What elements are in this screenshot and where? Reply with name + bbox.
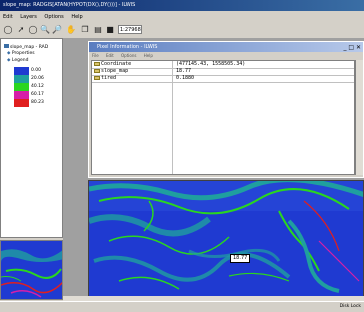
status-text: Disk Lock (339, 304, 361, 309)
window-title-bar: slope_map: RADGIS[ATAN(HYPOT(DX(),DY()))… (0, 0, 364, 11)
pan-icon[interactable]: ◯ (28, 25, 38, 35)
legend-icon: ◆ (7, 58, 11, 63)
legend-swatch-1 (14, 75, 29, 83)
overview-map[interactable] (0, 240, 63, 300)
slope-map-raster (89, 181, 363, 297)
legend-value-1: 20.06 (31, 76, 44, 81)
properties-node[interactable]: ◆ Properties (7, 51, 35, 56)
pixel-info-menu: File Edit Options Help (89, 52, 363, 60)
toolbar: ◯ ➚ ◯ 🔍 🔎 ✋ ❐ ▤ ■ 1:27968 (0, 23, 364, 39)
save-icon[interactable]: ■ (105, 25, 115, 35)
menu-layers[interactable]: Layers (17, 11, 40, 20)
status-bar: Disk Lock (0, 301, 364, 312)
folder-icon (94, 76, 100, 80)
legend-swatch-2 (14, 83, 29, 91)
zoom-in-icon[interactable]: 🔍 (40, 25, 50, 35)
legend-swatch-0 (14, 67, 29, 75)
row-value: 18.77 (176, 68, 192, 74)
table-row[interactable]: tired 0.1880 (92, 75, 354, 83)
menu-bar: Edit Layers Options Help (0, 11, 364, 23)
legend-node[interactable]: ◆ Legend (7, 58, 28, 63)
row-value: (477145.43, 1558505.34) (176, 61, 246, 67)
menu-options[interactable]: Options (41, 11, 66, 20)
maximize-icon[interactable]: □ (348, 44, 354, 51)
layer-name: slope_map - RAD (10, 45, 49, 50)
legend-value-0: 0.00 (31, 68, 42, 73)
scale-input[interactable]: 1:27968 (118, 25, 142, 34)
pixel-info-table: Coordinate (477145.43, 1558505.34) slope… (91, 60, 355, 175)
copy-icon[interactable]: ❐ (80, 25, 90, 35)
legend-value-4: 80.23 (31, 100, 44, 105)
layer-item-slope-map[interactable]: slope_map - RAD (4, 44, 48, 50)
properties-label: Properties (11, 51, 35, 56)
window-title: slope_map: RADGIS[ATAN(HYPOT(DX(),DY()))… (3, 2, 136, 8)
properties-icon: ◆ (7, 51, 11, 56)
vertical-scrollbar[interactable] (355, 60, 363, 175)
row-key: tired (101, 75, 117, 81)
menu-edit[interactable]: Edit (0, 11, 16, 20)
minimize-icon[interactable]: _ (343, 44, 346, 51)
legend-swatch-3 (14, 91, 29, 99)
legend-swatch-4 (14, 99, 29, 107)
row-value: 0.1880 (176, 75, 195, 81)
layer-tree-panel: slope_map - RAD ◆ Properties ◆ Legend 0.… (0, 38, 63, 238)
zoom-icon[interactable]: ◯ (3, 25, 13, 35)
close-icon[interactable]: ✕ (356, 44, 361, 51)
legend-value-2: 40.12 (31, 84, 44, 89)
pixel-value-tooltip: 18.77 (230, 254, 251, 263)
folder-icon (94, 69, 100, 73)
row-key: Coordinate (101, 61, 132, 67)
map-icon (4, 44, 9, 48)
pixel-menu-options[interactable]: Options (118, 52, 139, 59)
pixel-information-window: Pixel Information - ILWIS _ □ ✕ File Edi… (88, 41, 364, 178)
layers-icon[interactable]: ▤ (93, 25, 103, 35)
folder-icon (94, 62, 100, 66)
row-key: slope_map (101, 68, 129, 74)
overview-map-image (1, 241, 62, 299)
pixel-menu-help[interactable]: Help (141, 52, 156, 59)
hand-icon[interactable]: ✋ (66, 25, 76, 35)
pixel-info-title: Pixel Information - ILWIS (97, 44, 158, 50)
pixel-menu-file[interactable]: File (89, 52, 102, 59)
select-icon[interactable]: ➚ (16, 25, 26, 35)
legend-label: Legend (11, 58, 29, 63)
map-view[interactable]: 18.77 (88, 180, 364, 298)
menu-help[interactable]: Help (68, 11, 85, 20)
pixel-menu-edit[interactable]: Edit (103, 52, 117, 59)
zoom-out-icon[interactable]: 🔎 (52, 25, 62, 35)
pixel-info-title-bar[interactable]: Pixel Information - ILWIS _ □ ✕ (89, 42, 363, 52)
legend-value-3: 60.17 (31, 92, 44, 97)
